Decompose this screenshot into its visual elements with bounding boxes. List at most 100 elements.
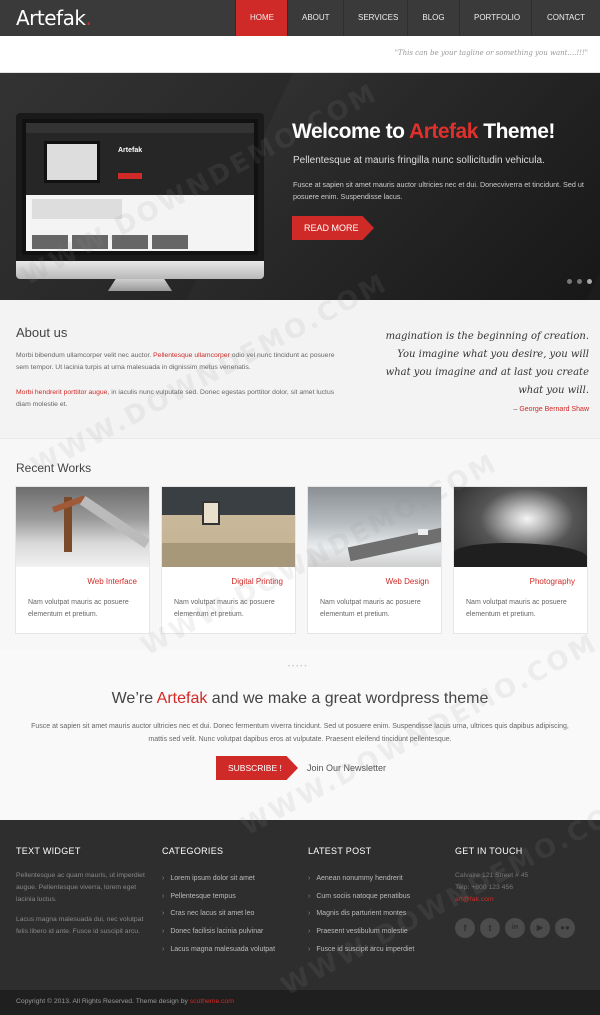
- nav-blog[interactable]: BLOG: [407, 0, 459, 36]
- footer-contact: GET IN TOUCH Calvaire 121 Street # 45 Te…: [455, 846, 595, 938]
- slider-dot-3[interactable]: [587, 279, 592, 284]
- copyright-label: Copyright © 2013. All Rights Reserved. T…: [16, 998, 190, 1005]
- preview-hero: Artefak: [26, 133, 254, 195]
- work-image-playground[interactable]: [16, 487, 149, 567]
- work-card[interactable]: Web Interface Nam volutpat mauris ac pos…: [15, 486, 150, 634]
- preview-thumb: [32, 235, 68, 249]
- image-detail: [162, 543, 295, 567]
- work-card[interactable]: Photography Nam volutpat mauris ac posue…: [453, 486, 588, 634]
- screen-preview: Artefak: [26, 123, 254, 251]
- image-detail: [79, 496, 149, 548]
- work-text: Nam volutpat mauris ac posuere elementum…: [174, 599, 275, 618]
- post-item[interactable]: › Magnis dis parturient montes: [308, 905, 448, 923]
- work-title[interactable]: Web Interface: [87, 577, 137, 586]
- work-image-building[interactable]: [162, 487, 295, 567]
- work-title[interactable]: Digital Printing: [231, 577, 283, 586]
- category-item[interactable]: › Cras nec lacus sit amet leo: [162, 905, 302, 923]
- subscribe-button[interactable]: SUBSCRIBE !: [216, 756, 298, 780]
- hero-slider: Artefak Welcome to Artefak Theme! Pellen…: [0, 73, 600, 300]
- banner-heading-start: We’re: [111, 690, 157, 707]
- about-section: About us Morbi bibendum ullamcorper veli…: [0, 300, 600, 438]
- preview-thumb: [152, 235, 188, 249]
- chevron-right-icon: ›: [162, 875, 165, 882]
- slider-dot-1[interactable]: [567, 279, 572, 284]
- contact-email[interactable]: art@fak.com: [455, 894, 595, 906]
- youtube-icon[interactable]: ▶: [530, 918, 550, 938]
- chevron-right-icon: ›: [308, 945, 311, 953]
- footer-text: Lacus magna malesuada dui, nec volutpat …: [16, 916, 144, 935]
- about-p2-link[interactable]: Morbi hendrerit porttitor augue: [16, 389, 107, 396]
- footer-text: Pellentesque ac quam mauris, ut imperdie…: [16, 872, 145, 903]
- nav-home[interactable]: HOME: [235, 0, 287, 36]
- work-image-snowy-road[interactable]: [308, 487, 441, 567]
- banner-heading: We’re Artefak and we make a great wordpr…: [0, 690, 600, 708]
- tagline-bar: "This can be your tagline or something y…: [0, 36, 600, 73]
- post-item[interactable]: › Cum sociis natoque penatibus: [308, 888, 448, 906]
- category-item[interactable]: › Lacus magna malesuada volutpat: [162, 941, 302, 959]
- post-item[interactable]: › Praesent vestibulum molestie: [308, 923, 448, 941]
- nav-contact[interactable]: CONTACT: [531, 0, 600, 36]
- post-label: Fusce id suscipit arcu imperdiet: [316, 945, 415, 953]
- monitor-chin: [16, 261, 264, 279]
- post-label: Aenean nonummy hendrerit: [316, 875, 403, 882]
- contact-address: Calvaire 121 Street # 45: [455, 872, 529, 879]
- image-detail: [418, 529, 428, 535]
- monitor-stand: [108, 279, 172, 291]
- work-text: Nam volutpat mauris ac posuere elementum…: [466, 599, 567, 618]
- site-footer: TEXT WIDGET Pellentesque ac quam mauris,…: [0, 820, 600, 990]
- work-title[interactable]: Web Design: [386, 577, 429, 586]
- hero-subtitle: Pellentesque at mauris fringilla nunc so…: [293, 155, 545, 166]
- footer-categories: CATEGORIES › Lorem ipsum dolor sit amet ›…: [162, 846, 302, 959]
- category-item[interactable]: › Lorem ipsum dolor sit amet: [162, 870, 302, 888]
- footer-latest-post: LATEST POST › Aenean nonummy hendrerit › C…: [308, 846, 448, 959]
- separator-dots: •••••: [288, 664, 309, 670]
- copyright-author-link[interactable]: scotheme.com: [190, 998, 234, 1005]
- chevron-right-icon: ›: [308, 875, 311, 882]
- preview-thumb: [72, 235, 108, 249]
- work-card[interactable]: Digital Printing Nam volutpat mauris ac …: [161, 486, 296, 634]
- quote-line: You imagine what you desire, you will: [397, 349, 589, 360]
- quote-line: what you imagine and at last you create: [385, 367, 589, 378]
- slider-dot-2[interactable]: [577, 279, 582, 284]
- twitter-icon[interactable]: t: [480, 918, 500, 938]
- chevron-right-icon: ›: [308, 892, 311, 900]
- category-label: Lorem ipsum dolor sit amet: [170, 875, 255, 882]
- post-item[interactable]: › Fusce id suscipit arcu imperdiet: [308, 941, 448, 959]
- logo[interactable]: Artefak.: [16, 6, 92, 30]
- category-label: Donec facilisis lacinia pulvinar: [170, 928, 264, 936]
- main-nav: HOME ABOUT SERVICES BLOG PORTFOLIO CONTA…: [235, 0, 600, 36]
- promo-banner: ••••• We’re Artefak and we make a great …: [0, 650, 600, 820]
- footer-heading: CATEGORIES: [162, 846, 224, 856]
- category-label: Lacus magna malesuada volutpat: [170, 945, 276, 953]
- copyright-text: Copyright © 2013. All Rights Reserved. T…: [16, 998, 234, 1005]
- linkedin-icon[interactable]: in: [505, 918, 525, 938]
- post-label: Cum sociis natoque penatibus: [316, 892, 411, 900]
- banner-heading-brand: Artefak: [156, 690, 208, 707]
- work-image-sunset[interactable]: [454, 487, 587, 567]
- work-text: Nam volutpat mauris ac posuere elementum…: [28, 599, 129, 618]
- category-item[interactable]: › Pellentesque tempus: [162, 888, 302, 906]
- quote-line: magination is the beginning of creation.: [385, 331, 589, 342]
- footer-text-widget: TEXT WIDGET Pellentesque ac quam mauris,…: [16, 846, 156, 946]
- post-label: Praesent vestibulum molestie: [316, 928, 408, 936]
- work-title[interactable]: Photography: [530, 577, 575, 586]
- logo-dot: .: [85, 6, 92, 30]
- nav-portfolio[interactable]: PORTFOLIO: [459, 0, 531, 36]
- monitor-screen: Artefak: [16, 113, 264, 261]
- preview-title: Artefak: [118, 147, 143, 154]
- work-card[interactable]: Web Design Nam volutpat mauris ac posuer…: [307, 486, 442, 634]
- read-more-button[interactable]: READ MORE: [292, 216, 374, 240]
- chevron-right-icon: ›: [162, 892, 165, 900]
- banner-text: Fusce at sapien sit amet mauris auctor u…: [31, 723, 569, 743]
- about-p1-link[interactable]: Pellentesque ullamcorper: [153, 352, 230, 359]
- chevron-right-icon: ›: [162, 945, 165, 953]
- preview-button: [118, 173, 142, 179]
- post-item[interactable]: › Aenean nonummy hendrerit: [308, 870, 448, 888]
- category-item[interactable]: › Donec facilisis lacinia pulvinar: [162, 923, 302, 941]
- facebook-icon[interactable]: f: [455, 918, 475, 938]
- flickr-icon[interactable]: ●●: [555, 918, 575, 938]
- nav-about[interactable]: ABOUT: [287, 0, 343, 36]
- site-header: Artefak. HOME ABOUT SERVICES BLOG PORTFO…: [0, 0, 600, 36]
- quote-author-name[interactable]: George Bernard Shaw: [519, 406, 589, 413]
- nav-services[interactable]: SERVICES: [343, 0, 407, 36]
